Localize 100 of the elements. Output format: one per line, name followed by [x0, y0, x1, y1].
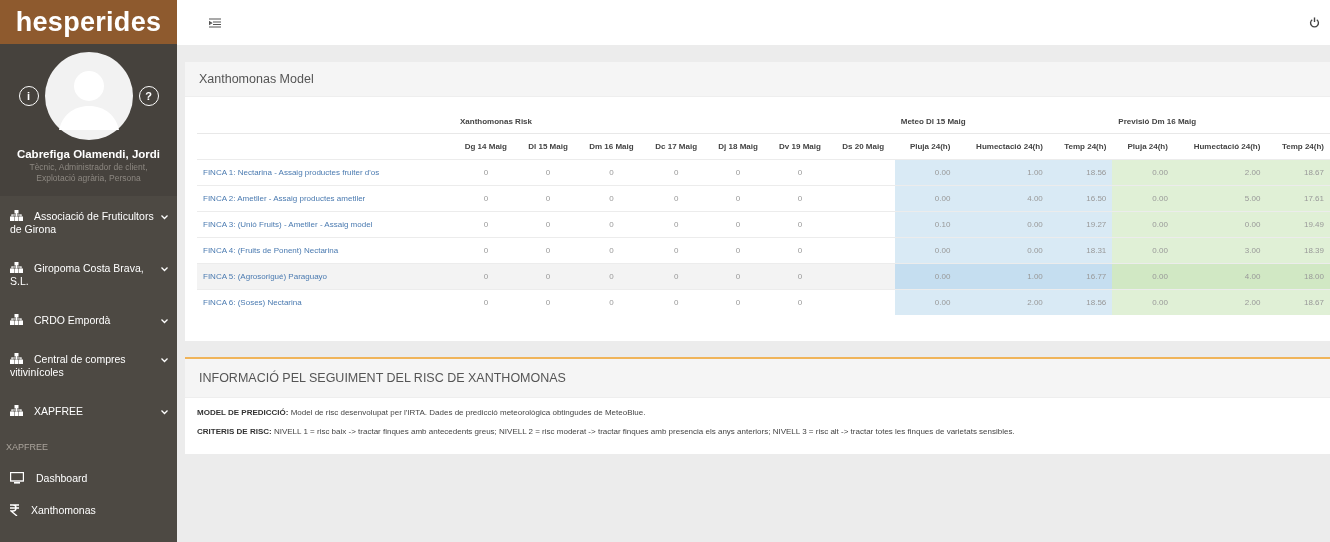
table-cell: 0.00 — [894, 289, 957, 315]
table-cell: 0 — [578, 185, 645, 212]
table-cell: 18.67 — [1266, 289, 1330, 315]
table-cell: 18.00 — [1266, 263, 1330, 290]
column-header[interactable]: Dj 18 Maig — [707, 133, 769, 160]
table-cell: 18.56 — [1048, 159, 1113, 186]
organization-menu-item[interactable]: Giropoma Costa Brava, S.L. — [0, 252, 177, 300]
table-row-link[interactable]: FINCA 5: (Agrosorigué) Paraguayo — [197, 263, 454, 290]
table-cell: 0 — [517, 211, 579, 238]
table-cell: 16.50 — [1048, 185, 1113, 212]
chevron-down-icon — [161, 267, 168, 272]
table-cell: 0.00 — [894, 185, 957, 212]
table-cell: 0.00 — [1112, 263, 1174, 290]
table-cell: 0 — [707, 159, 769, 186]
column-header[interactable]: Dg 14 Maig — [454, 133, 518, 160]
table-cell: 0 — [454, 211, 518, 238]
sitemap-icon — [10, 314, 23, 325]
info-paragraph: CRITERIS DE RISC: NIVELL 1 = risc baix -> tractar finques amb antecedents greus; NIVELL 2 = risc moderat -> tractar finques amb presencia els anys anteriors; NIVELL 3 = risc alt -> tractar totes les finques de varietats sensibles. — [197, 427, 1016, 436]
column-header[interactable]: Dv 19 Maig — [768, 133, 832, 160]
table-cell: 0 — [644, 159, 708, 186]
table-cell: 18.56 — [1048, 289, 1113, 315]
table-cell: 0.00 — [1112, 211, 1174, 238]
table-cell: 0 — [707, 211, 769, 238]
table-cell: 16.77 — [1048, 263, 1113, 290]
nav-item[interactable]: Dashboard — [0, 462, 177, 494]
chevron-down-icon — [161, 358, 168, 363]
card-title: INFORMACIÓ PEL SEGUIMENT DEL RISC DE XANTHOMONAS — [185, 359, 1330, 398]
table-cell: 0 — [454, 185, 518, 212]
table-cell: 0 — [707, 289, 769, 315]
info-paragraph: MODEL DE PREDICCIÓ: Model de risc desenvolupat per l'IRTA. Dades de predicció meteorològica obtingudes de MeteoBlue. — [197, 408, 647, 417]
user-name: Cabrefiga Olamendi, Jordi — [15, 148, 162, 160]
table-cell: 0 — [768, 185, 832, 212]
column-header[interactable]: Dl 15 Maig — [517, 133, 579, 160]
column-group-header: Previsió Dm 16 Maig — [1112, 109, 1330, 134]
organization-menu-item[interactable]: Central de compres vitivinícoles — [0, 343, 177, 391]
card-title: Xanthomonas Model — [185, 62, 1330, 97]
table-cell: 0.00 — [894, 263, 957, 290]
sitemap-icon — [10, 353, 23, 364]
column-header[interactable]: Ds 20 Maig — [831, 133, 895, 160]
table-cell: 1.00 — [956, 263, 1049, 290]
organization-menu-item[interactable]: Associació de Fruticultors de Girona — [0, 200, 177, 248]
chevron-down-icon — [161, 319, 168, 324]
organization-menu-item[interactable]: XAPFREE — [0, 395, 177, 430]
table-cell: 3.00 — [1173, 237, 1267, 264]
app-logo[interactable]: hesperides — [0, 0, 177, 44]
menu-icon[interactable] — [209, 17, 221, 28]
table-cell: 0.10 — [894, 211, 957, 238]
table-cell: 0 — [578, 159, 645, 186]
table-cell: 0 — [768, 263, 832, 290]
table-cell: 0 — [517, 289, 579, 315]
column-group-header: Xanthomonas Risk — [454, 109, 895, 134]
table-cell: 0.00 — [1112, 159, 1174, 186]
column-header[interactable]: Dm 16 Maig — [578, 133, 645, 160]
table-cell: 0 — [707, 185, 769, 212]
table-cell: 0.00 — [894, 237, 957, 264]
table-cell: 0.00 — [956, 237, 1049, 264]
table-cell: 0 — [454, 289, 518, 315]
table-cell: 0.00 — [1112, 185, 1174, 212]
table-cell: 0.00 — [894, 159, 957, 186]
column-group-header: Meteo Dl 15 Maig — [894, 109, 1113, 134]
table-cell: 18.67 — [1266, 159, 1330, 186]
table-cell: 0.00 — [956, 211, 1049, 238]
table-cell: 0 — [644, 185, 708, 212]
column-header[interactable]: Dc 17 Maig — [644, 133, 708, 160]
table-cell: 0 — [707, 263, 769, 290]
sitemap-icon — [10, 262, 23, 273]
table-cell: 0 — [578, 289, 645, 315]
chevron-down-icon — [161, 215, 168, 220]
rupee-icon — [10, 504, 19, 516]
table-row-link[interactable]: FINCA 6: (Soses) Nectarina — [197, 289, 454, 315]
table-cell: 0 — [644, 211, 708, 238]
table-cell: 18.31 — [1048, 237, 1113, 264]
table-cell: 0 — [578, 211, 645, 238]
table-cell: 2.00 — [956, 289, 1049, 315]
table-cell: 0 — [768, 211, 832, 238]
table-cell: 0 — [644, 289, 708, 315]
table-cell: 0.00 — [1112, 237, 1174, 264]
table-cell: 0.00 — [1112, 289, 1174, 315]
table-cell: 0 — [517, 185, 579, 212]
power-icon[interactable] — [1309, 17, 1320, 28]
chevron-down-icon — [161, 410, 168, 415]
sitemap-icon — [10, 405, 23, 416]
organization-menu-item[interactable]: CRDO Empordà — [0, 304, 177, 339]
table-cell: 1.00 — [956, 159, 1049, 186]
table-cell: 19.49 — [1266, 211, 1330, 238]
table-cell: 2.00 — [1173, 159, 1267, 186]
table-cell: 0 — [768, 159, 832, 186]
table-cell: 0 — [517, 159, 579, 186]
table-row-link[interactable]: FINCA 1: Nectarina - Assaig productes fruiter d'os — [197, 159, 454, 186]
monitor-icon — [10, 472, 24, 484]
table-cell: 17.61 — [1266, 185, 1330, 212]
nav-item[interactable]: Xanthomonas — [0, 494, 177, 526]
table-cell: 0 — [644, 263, 708, 290]
table-cell: 0 — [768, 289, 832, 315]
table-row-link[interactable]: FINCA 2: Ametller - Assaig productes ametller — [197, 185, 454, 212]
table-cell: 2.00 — [1173, 289, 1267, 315]
table-cell: 4.00 — [956, 185, 1049, 212]
table-cell: 0 — [454, 263, 518, 290]
table-row-link[interactable]: FINCA 3: (Unió Fruits) - Ametller - Assaig model — [197, 211, 454, 238]
table-cell: 5.00 — [1173, 185, 1267, 212]
